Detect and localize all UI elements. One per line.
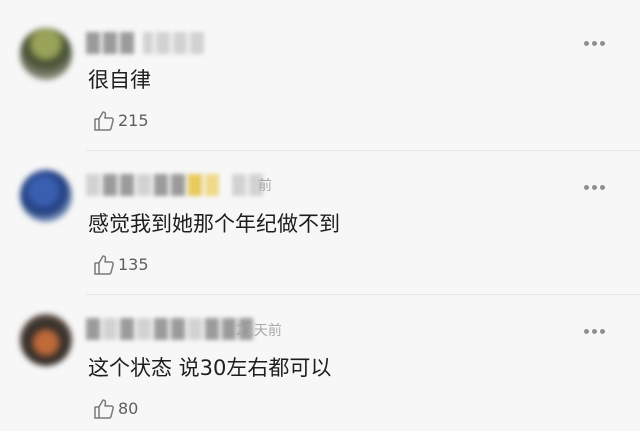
like-button[interactable]: 215 xyxy=(92,108,149,134)
username-blurred[interactable] xyxy=(86,174,263,196)
comment-time: 前 xyxy=(258,178,272,194)
more-dots-icon xyxy=(584,184,589,190)
like-count: 135 xyxy=(118,255,149,274)
thumbs-up-icon xyxy=(94,399,114,419)
username-blurred[interactable] xyxy=(86,318,253,340)
divider xyxy=(86,294,640,295)
more-options-button[interactable] xyxy=(584,182,606,192)
like-count: 80 xyxy=(118,399,139,418)
comment-text: 很自律 xyxy=(88,68,151,92)
thumbs-up-icon xyxy=(94,255,114,275)
avatar[interactable] xyxy=(20,28,72,80)
comment-list: 很自律 215 前 感觉我到她那个年纪做不到 135 21天前 这个状态 说30… xyxy=(0,0,640,431)
avatar[interactable] xyxy=(20,314,72,366)
comment-text: 感觉我到她那个年纪做不到 xyxy=(88,212,340,236)
divider xyxy=(86,150,640,151)
like-count: 215 xyxy=(118,111,149,130)
more-options-button[interactable] xyxy=(584,38,606,48)
more-dots-icon xyxy=(584,40,589,46)
like-button[interactable]: 135 xyxy=(92,252,149,278)
avatar[interactable] xyxy=(20,170,72,222)
thumbs-up-icon xyxy=(94,111,114,131)
more-options-button[interactable] xyxy=(584,326,606,336)
comment-text: 这个状态 说30左右都可以 xyxy=(88,356,332,380)
more-dots-icon xyxy=(584,328,589,334)
comment-time: 21天前 xyxy=(236,323,282,339)
like-button[interactable]: 80 xyxy=(92,396,138,422)
username-blurred[interactable] xyxy=(86,32,204,54)
